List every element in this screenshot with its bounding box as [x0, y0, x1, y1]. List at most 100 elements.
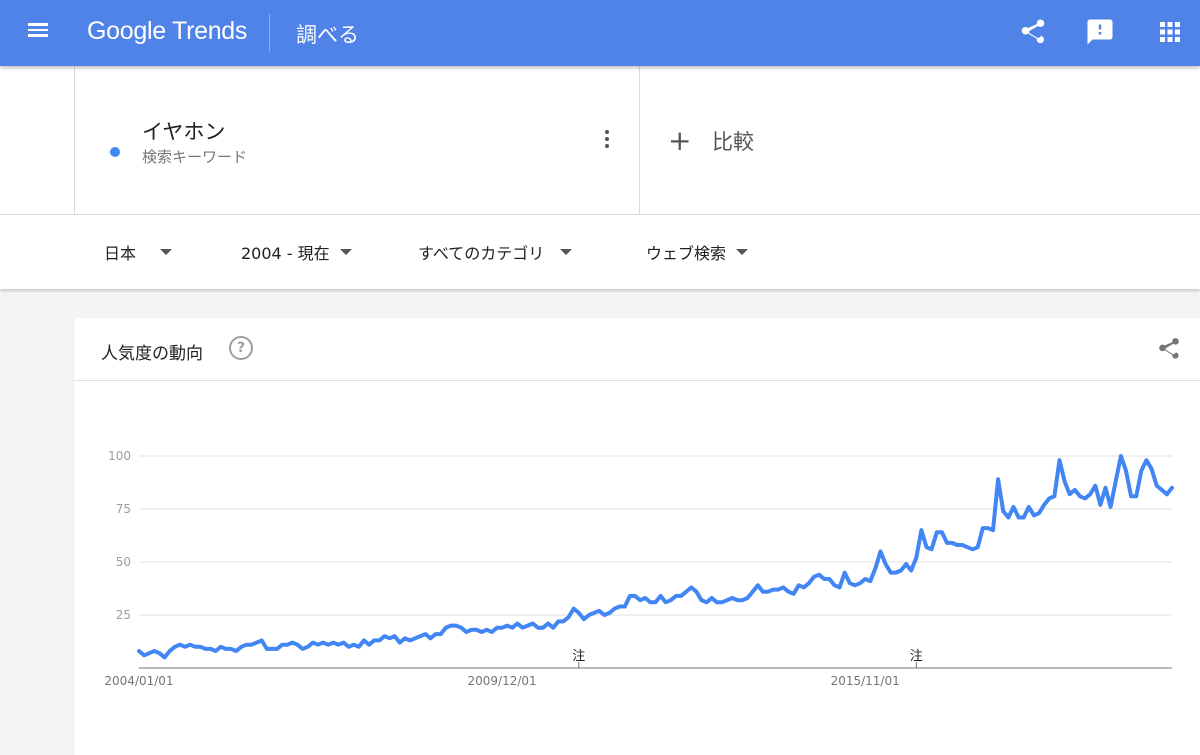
share-icon[interactable]: [1156, 336, 1182, 362]
data-point: [306, 645, 310, 649]
data-point: [761, 590, 765, 594]
data-point: [643, 596, 647, 600]
filter-time-range[interactable]: 2004 - 現在: [241, 241, 352, 263]
menu-icon[interactable]: [28, 20, 54, 44]
data-point: [336, 643, 340, 647]
filter-region-label: 日本: [104, 244, 137, 263]
google-trends-logo[interactable]: Google Trends: [87, 17, 247, 46]
data-point: [940, 530, 944, 534]
filter-category[interactable]: すべてのカテゴリ: [418, 241, 573, 263]
data-point: [919, 528, 923, 532]
logo-google-text: Google: [87, 17, 166, 45]
data-point: [1006, 516, 1010, 520]
data-point: [168, 649, 172, 653]
x-tick-label: 2009/12/01: [467, 674, 536, 688]
data-point: [735, 598, 739, 602]
data-point: [178, 643, 182, 647]
data-point: [996, 477, 1000, 481]
data-point: [853, 583, 857, 587]
data-point: [720, 600, 724, 604]
data-point: [1170, 486, 1174, 490]
data-point: [792, 592, 796, 596]
data-point: [654, 600, 658, 604]
data-point: [490, 630, 494, 634]
data-point: [296, 643, 300, 647]
data-point: [694, 590, 698, 594]
feedback-icon[interactable]: [1085, 17, 1115, 47]
data-point: [981, 526, 985, 530]
data-point: [1155, 484, 1159, 488]
data-point: [868, 579, 872, 583]
card-title: 人気度の動向: [101, 344, 203, 364]
y-tick-label: 75: [116, 502, 131, 516]
data-point: [608, 611, 612, 615]
data-point: [930, 547, 934, 551]
x-tick-label: 2004/01/01: [104, 674, 173, 688]
filter-category-label: すべてのカテゴリ: [418, 244, 545, 263]
apps-icon[interactable]: [1155, 17, 1185, 47]
more-options-icon[interactable]: [599, 128, 615, 152]
data-point: [403, 636, 407, 640]
data-point: [234, 649, 238, 653]
data-point: [960, 543, 964, 547]
data-point: [265, 647, 269, 651]
data-point: [398, 641, 402, 645]
data-point: [904, 562, 908, 566]
data-point: [843, 571, 847, 575]
data-point: [1104, 486, 1108, 490]
data-point: [756, 583, 760, 587]
data-point: [613, 607, 617, 611]
data-point: [817, 573, 821, 577]
data-point: [260, 638, 264, 642]
data-point: [781, 585, 785, 589]
trend-line-chart[interactable]: 100 75 50 25 注 注 2004/01/01 2009/12/01 2015/11/0…: [74, 381, 1200, 755]
data-point: [1134, 494, 1138, 498]
add-icon: +: [668, 124, 692, 157]
data-point: [884, 562, 888, 566]
data-point: [163, 655, 167, 659]
data-point: [710, 596, 714, 600]
filter-region[interactable]: 日本: [104, 241, 173, 263]
data-point: [1058, 458, 1062, 462]
compare-button[interactable]: + 比較: [668, 126, 754, 156]
data-point: [464, 630, 468, 634]
data-point: [925, 545, 929, 549]
data-point: [388, 636, 392, 640]
search-term-title: イヤホン: [142, 120, 226, 144]
data-point: [152, 649, 156, 653]
data-point: [674, 594, 678, 598]
data-point: [1119, 454, 1123, 458]
data-point: [173, 645, 177, 649]
data-point: [965, 545, 969, 549]
data-point: [807, 581, 811, 585]
app-header: Google Trends 調べる: [0, 0, 1200, 66]
data-point: [485, 628, 489, 632]
data-point: [449, 624, 453, 628]
data-point: [546, 622, 550, 626]
data-point: [950, 541, 954, 545]
data-point: [250, 643, 254, 647]
data-point: [1052, 494, 1056, 498]
share-icon[interactable]: [1018, 17, 1048, 47]
help-icon[interactable]: ?: [229, 336, 253, 360]
data-point: [515, 622, 519, 626]
data-point: [822, 577, 826, 581]
data-point: [1124, 469, 1128, 473]
filter-search-type[interactable]: ウェブ検索: [646, 241, 749, 263]
data-point: [1042, 503, 1046, 507]
data-point: [239, 645, 243, 649]
search-term-card[interactable]: イヤホン 検索キーワード: [74, 66, 640, 214]
data-point: [746, 596, 750, 600]
data-point: [582, 617, 586, 621]
data-point: [137, 649, 141, 653]
filter-search-type-label: ウェブ検索: [646, 244, 727, 263]
data-point: [193, 645, 197, 649]
data-point: [531, 622, 535, 626]
data-point: [1078, 494, 1082, 498]
data-point: [255, 641, 259, 645]
data-point: [848, 581, 852, 585]
y-tick-label: 50: [116, 555, 131, 569]
data-point: [730, 596, 734, 600]
filter-time-range-label: 2004 - 現在: [241, 244, 330, 263]
compare-label: 比較: [712, 130, 754, 154]
